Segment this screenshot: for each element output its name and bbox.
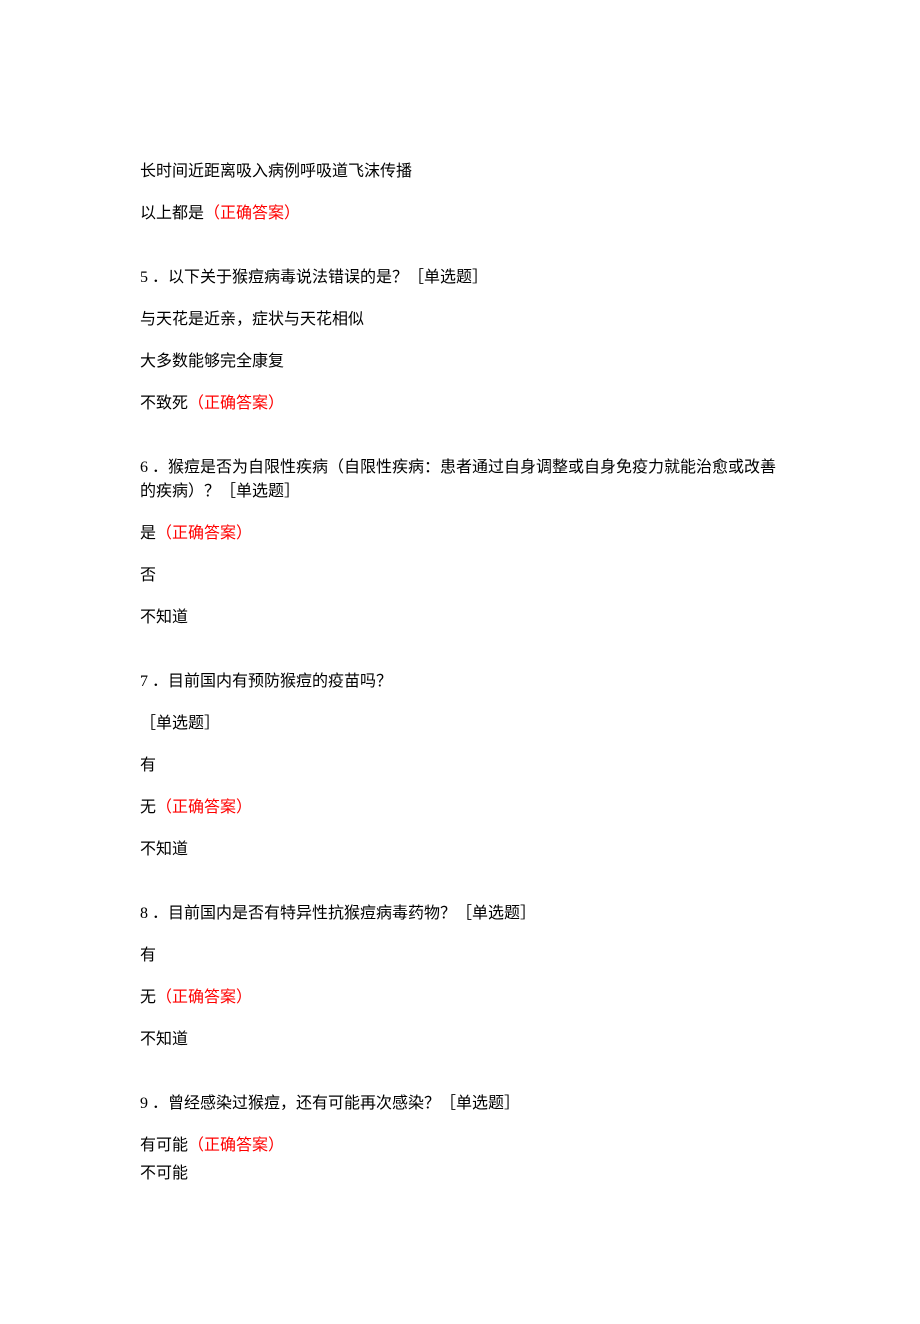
question-8-stem: 8 ．目前国内是否有特异性抗猴痘病毒药物？［单选题］ [140,902,780,926]
correct-answer-label: （正确答案） [156,799,252,816]
correct-answer-label: （正确答案） [156,525,252,542]
correct-answer-label: （正确答案） [188,1137,284,1154]
question-7-stem-line-2: ［单选题］ [140,712,780,736]
question-8-option-3: 不知道 [140,1028,780,1052]
question-5-option-1: 与天花是近亲，症状与天花相似 [140,308,780,332]
correct-answer-label: （正确答案） [188,395,284,412]
option-text: 无 [140,799,156,816]
intro-option-2: 以上都是（正确答案） [140,202,780,226]
question-5-option-2: 大多数能够完全康复 [140,350,780,374]
option-text: 有可能 [140,1137,188,1154]
question-7-stem-line-1: 7 ．目前国内有预防猴痘的疫苗吗？ [140,670,780,694]
question-6-option-2: 否 [140,564,780,588]
question-6-stem: 6 ．猴痘是否为自限性疾病（自限性疾病：患者通过自身调整或自身免疫力就能治愈或改… [140,456,780,504]
question-7-option-1: 有 [140,754,780,778]
correct-answer-label: （正确答案） [156,989,252,1006]
question-9-option-1: 有可能（正确答案） [140,1134,780,1158]
question-5-option-3: 不致死（正确答案） [140,392,780,416]
option-text: 无 [140,989,156,1006]
question-8-option-2: 无（正确答案） [140,986,780,1010]
question-7-option-2: 无（正确答案） [140,796,780,820]
correct-answer-label: （正确答案） [204,205,300,222]
question-9-option-2: 不可能 [140,1162,780,1186]
intro-option-1: 长时间近距离吸入病例呼吸道飞沫传播 [140,160,780,184]
question-8-option-1: 有 [140,944,780,968]
option-text: 是 [140,525,156,542]
question-6-option-1: 是（正确答案） [140,522,780,546]
question-6-option-3: 不知道 [140,606,780,630]
option-text: 以上都是 [140,205,204,222]
question-7-option-3: 不知道 [140,838,780,862]
question-5-stem: 5 ．以下关于猴痘病毒说法错误的是？［单选题］ [140,266,780,290]
question-9-stem: 9 ．曾经感染过猴痘，还有可能再次感染？［单选题］ [140,1092,780,1116]
option-text: 不致死 [140,395,188,412]
